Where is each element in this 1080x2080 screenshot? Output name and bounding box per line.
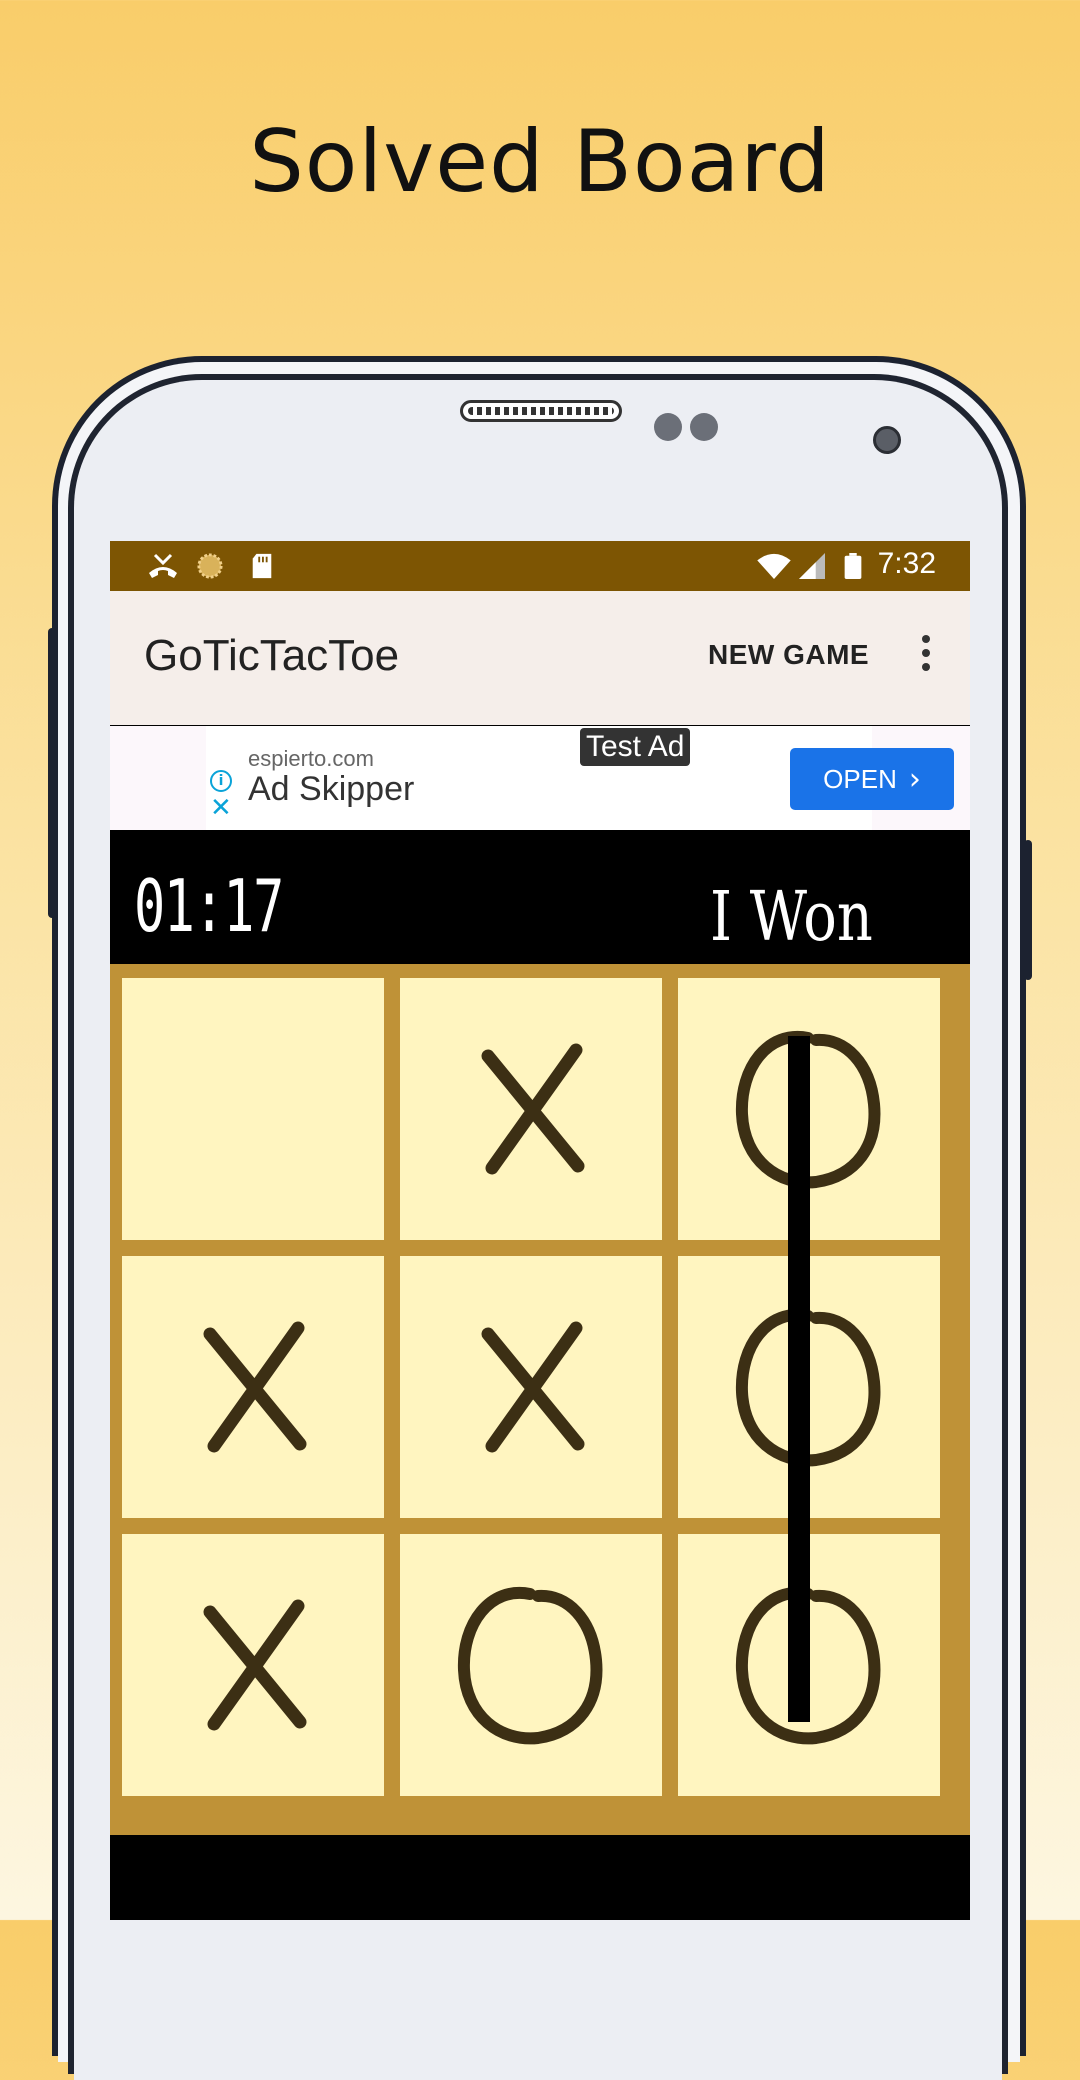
ad-info-icon[interactable]: i [210,770,232,792]
board-cell-2-1[interactable] [122,1256,384,1518]
headline: Solved Board [249,112,831,212]
x-mark-icon [481,1043,585,1175]
earpiece-speaker [460,400,622,422]
board-cell-2-2[interactable] [400,1256,662,1518]
ad-content[interactable]: i ✕ espierto.com Ad Skipper Test Ad OPEN… [206,726,954,830]
chevron-right-icon: › [908,761,921,797]
x-mark-icon [203,1321,307,1453]
game-header: 01:17 I Won [110,830,970,964]
sd-card-icon [252,553,272,579]
signal-icon [799,553,825,579]
x-mark-icon [203,1599,307,1731]
ad-title: Ad Skipper [248,770,415,808]
bottom-area [110,1835,970,1920]
new-game-button[interactable]: NEW GAME [708,639,869,671]
app-title: GoTicTacToe [144,631,400,680]
overflow-menu-icon[interactable] [916,629,936,689]
missed-call-icon [149,553,177,578]
loading-icon [197,553,223,579]
game-timer: 01:17 [134,864,284,948]
test-ad-label: Test Ad [580,728,691,766]
board-cell-3-2[interactable] [400,1534,662,1796]
status-bar: 7:32 [110,541,970,591]
game-status: I Won [710,878,873,957]
ad-open-button[interactable]: OPEN › [790,748,954,810]
light-sensor [690,413,718,441]
volume-button [48,628,56,918]
winning-line [788,1036,810,1722]
board-cell-1-1[interactable] [122,978,384,1240]
ad-open-label: OPEN [823,763,897,794]
o-mark-icon [457,1586,603,1745]
power-button [1024,840,1032,980]
clock: 7:32 [877,547,936,580]
wifi-icon [757,553,791,579]
battery-icon [844,553,862,579]
ad-close-icon[interactable]: ✕ [210,795,234,821]
ad-banner: i ✕ espierto.com Ad Skipper Test Ad OPEN… [110,726,970,830]
game-board [110,964,970,1835]
front-camera [873,426,901,454]
x-mark-icon [481,1321,585,1453]
board-cell-3-1[interactable] [122,1534,384,1796]
phone-screen: 7:32 GoTicTacToe NEW GAME i ✕ espierto.c… [110,541,970,1920]
app-bar: GoTicTacToe NEW GAME [110,591,970,725]
proximity-sensor [654,413,682,441]
board-cell-1-2[interactable] [400,978,662,1240]
ad-domain: espierto.com [248,746,374,771]
